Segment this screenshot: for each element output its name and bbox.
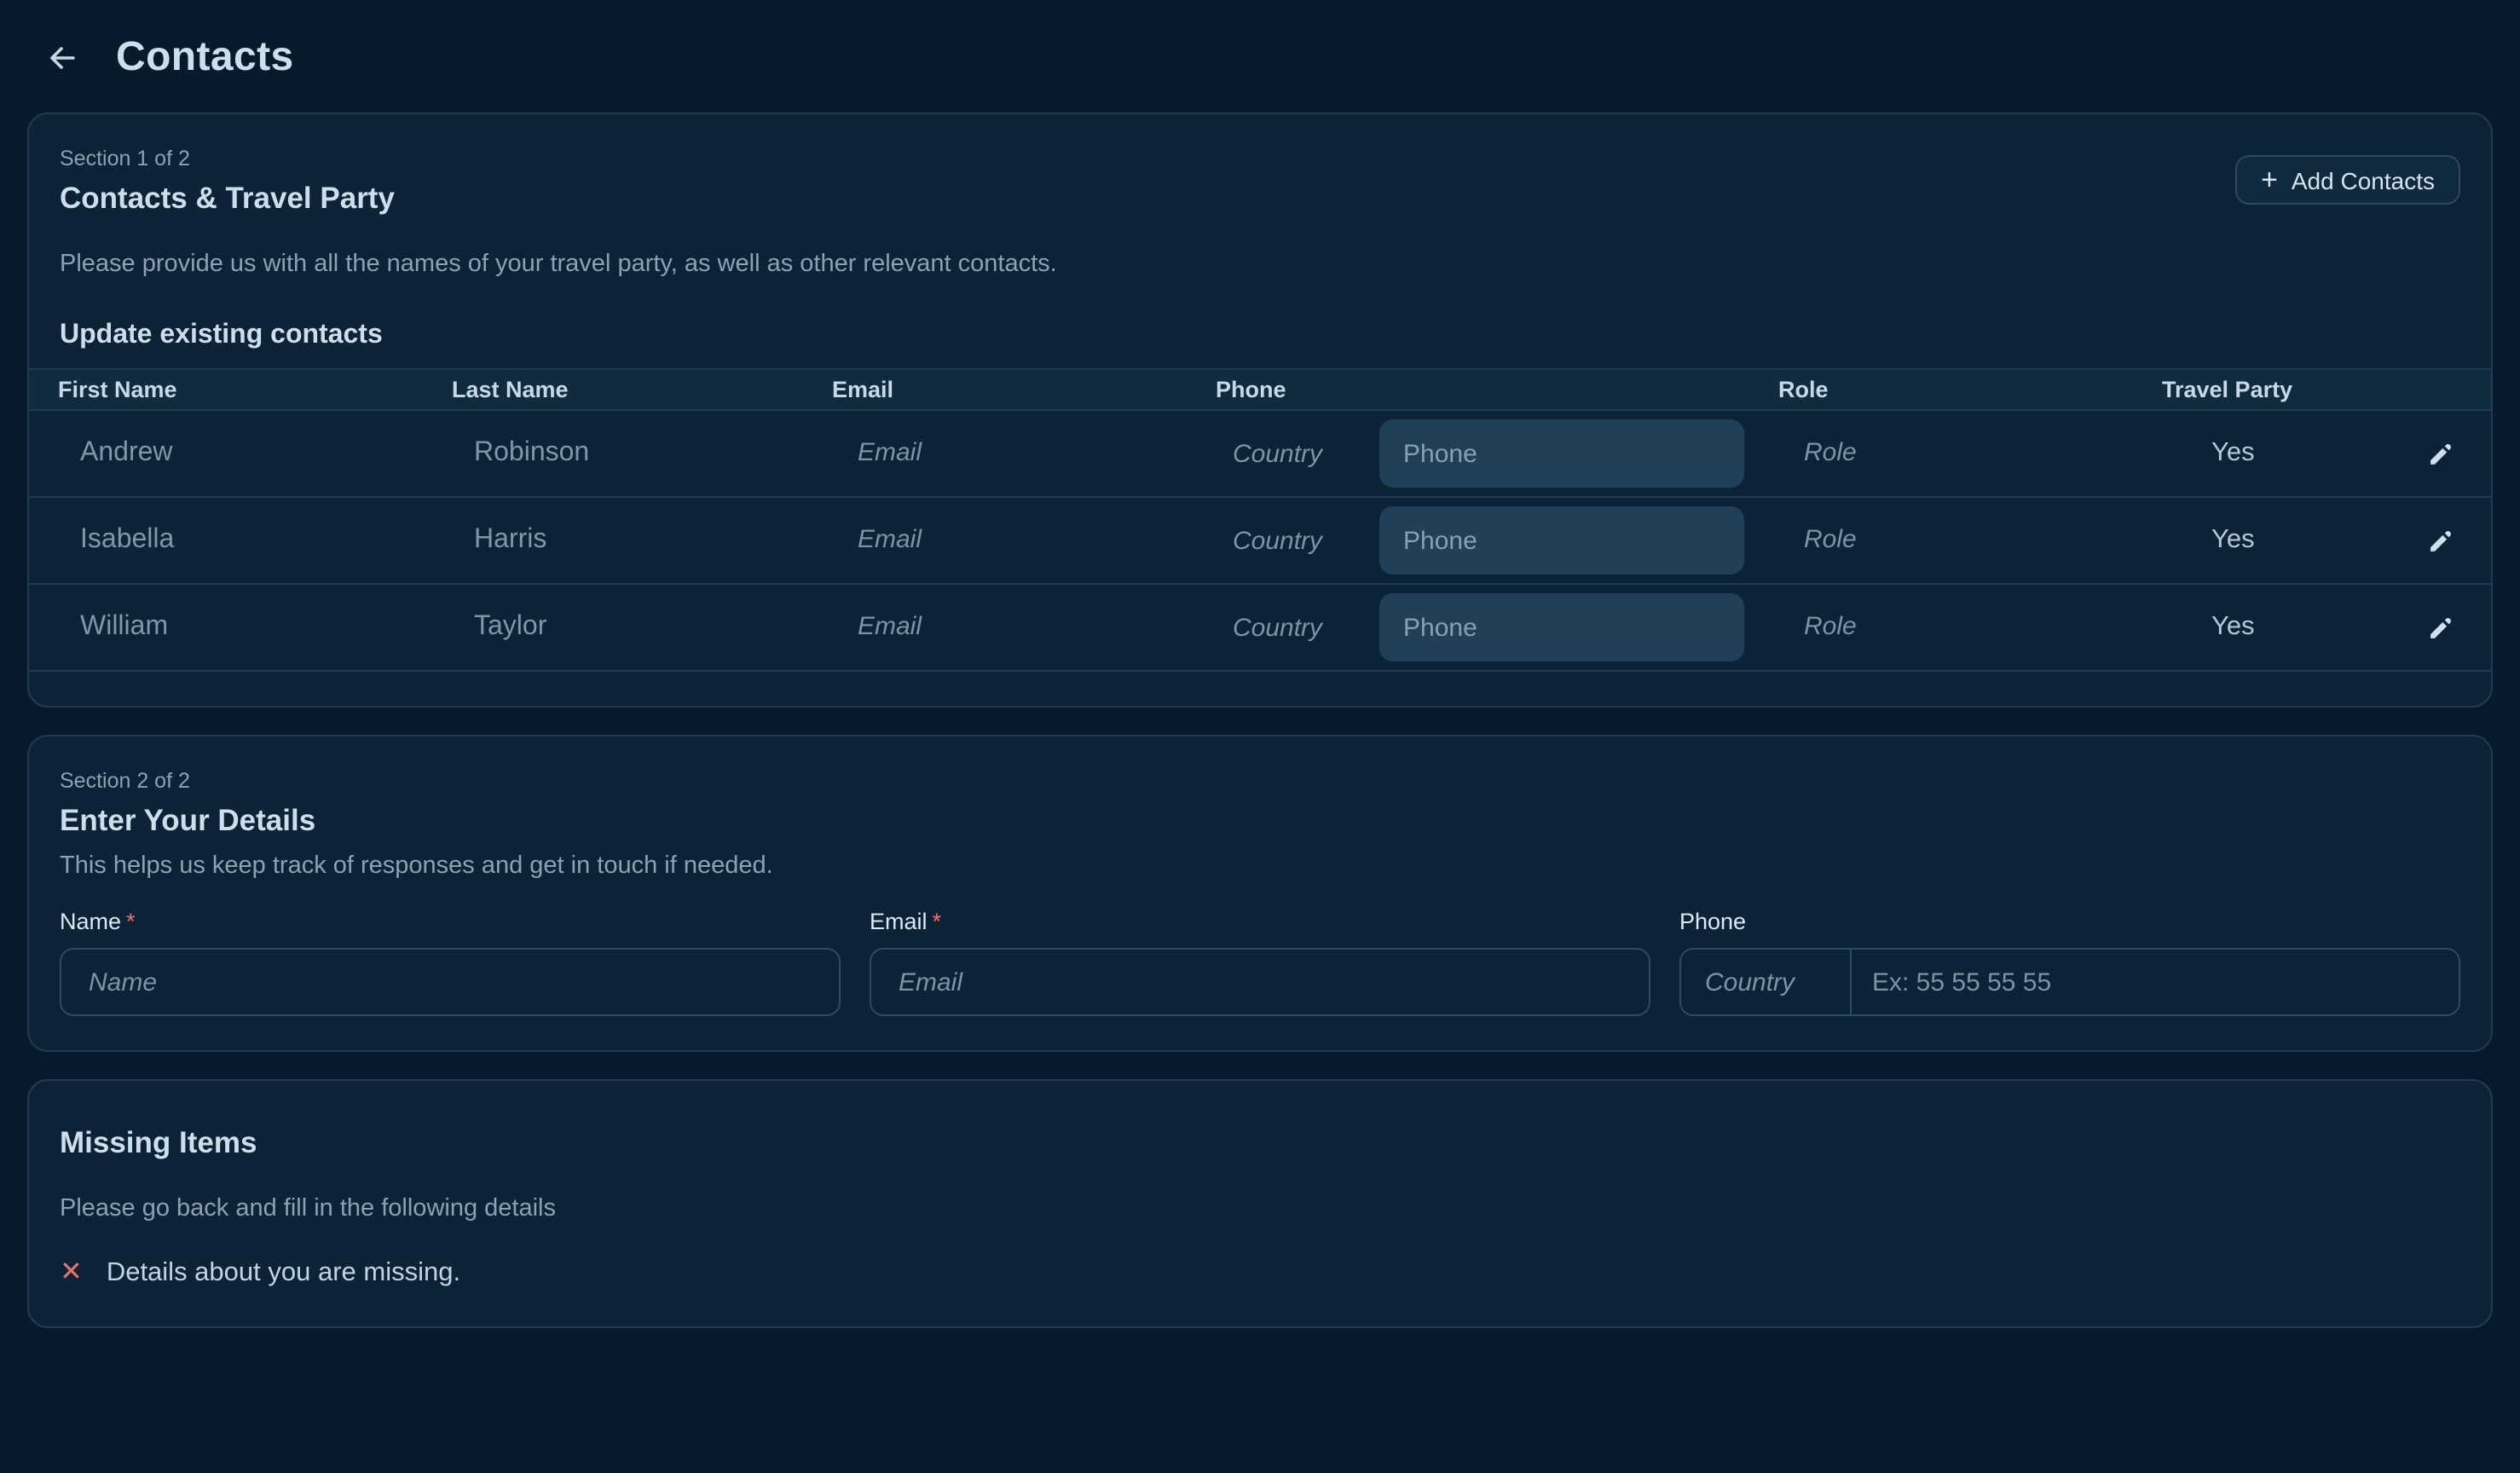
table-footer-strip [29, 672, 2491, 706]
section2-title: Enter Your Details [60, 800, 2460, 840]
last-name-value: Harris [423, 525, 803, 556]
first-name-value: Andrew [29, 438, 423, 469]
section2-description: This helps us keep track of responses an… [60, 849, 2460, 883]
name-input[interactable] [60, 948, 841, 1016]
missing-item: ✕ Details about you are missing. [60, 1258, 2460, 1289]
first-name-value: William [29, 612, 423, 643]
table-row: Isabella Harris Yes [29, 498, 2491, 585]
role-field[interactable] [1804, 438, 2119, 467]
col-header-last-name: Last Name [423, 377, 803, 402]
table-title: Update existing contacts [60, 317, 2460, 353]
email-field[interactable] [858, 612, 1173, 641]
section1-kicker: Section 1 of 2 [60, 145, 395, 172]
phone-field[interactable] [1379, 419, 1744, 488]
phone-input-group [1679, 948, 2460, 1016]
role-field[interactable] [1804, 612, 2119, 641]
col-header-role: Role [1749, 377, 2133, 402]
travel-party-value: Yes [2133, 525, 2389, 556]
page-title: Contacts [116, 31, 294, 85]
plus-icon: + [2261, 165, 2278, 194]
required-asterisk: * [933, 909, 942, 934]
back-button[interactable] [38, 32, 89, 84]
phone-field[interactable] [1379, 593, 1744, 661]
x-icon: ✕ [60, 1260, 83, 1287]
edit-row-button[interactable] [2419, 606, 2461, 649]
arrow-left-icon [46, 41, 80, 75]
table-header-row: First Name Last Name Email Phone Role Tr… [29, 368, 2491, 411]
name-label: Name [60, 909, 121, 934]
add-contacts-button[interactable]: + Add Contacts [2235, 155, 2460, 205]
phone-field[interactable] [1379, 506, 1744, 575]
section1-title: Contacts & Travel Party [60, 177, 395, 218]
contacts-table: First Name Last Name Email Phone Role Tr… [29, 368, 2491, 706]
missing-items-description: Please go back and fill in the following… [60, 1192, 2460, 1226]
missing-items-card: Missing Items Please go back and fill in… [27, 1079, 2493, 1328]
country-field[interactable] [1233, 613, 1379, 642]
missing-items-title: Missing Items [60, 1122, 2460, 1163]
your-details-card: Section 2 of 2 Enter Your Details This h… [27, 735, 2493, 1052]
section1-description: Please provide us with all the names of … [60, 247, 2460, 281]
col-header-travel-party: Travel Party [2133, 377, 2389, 402]
table-row: Andrew Robinson Yes [29, 411, 2491, 498]
phone-field-group: Phone [1679, 907, 2460, 1016]
pencil-icon [2425, 613, 2454, 642]
email-label: Email [870, 909, 928, 934]
country-field[interactable] [1233, 526, 1379, 555]
pencil-icon [2425, 526, 2454, 555]
first-name-value: Isabella [29, 525, 423, 556]
section2-kicker: Section 2 of 2 [60, 767, 2460, 794]
email-input[interactable] [870, 948, 1650, 1016]
page-header: Contacts [0, 0, 2520, 85]
travel-party-value: Yes [2133, 438, 2389, 469]
last-name-value: Robinson [423, 438, 803, 469]
edit-row-button[interactable] [2419, 432, 2461, 475]
col-header-phone: Phone [1187, 377, 1749, 402]
phone-label: Phone [1679, 909, 1746, 934]
contacts-page: Contacts Section 1 of 2 Contacts & Trave… [0, 0, 2520, 1473]
email-field-group: Email* [870, 907, 1650, 1016]
edit-row-button[interactable] [2419, 519, 2461, 562]
country-field[interactable] [1233, 439, 1379, 468]
country-code-input[interactable] [1681, 950, 1852, 1014]
missing-item-text: Details about you are missing. [107, 1258, 460, 1289]
pencil-icon [2425, 439, 2454, 468]
email-field[interactable] [858, 438, 1173, 467]
required-asterisk: * [126, 909, 136, 934]
table-row: William Taylor Yes [29, 585, 2491, 672]
last-name-value: Taylor [423, 612, 803, 643]
name-field-group: Name* [60, 907, 841, 1016]
role-field[interactable] [1804, 525, 2119, 554]
col-header-first-name: First Name [29, 377, 423, 402]
phone-number-input[interactable] [1852, 950, 2459, 1014]
col-header-email: Email [803, 377, 1187, 402]
email-field[interactable] [858, 525, 1173, 554]
travel-party-value: Yes [2133, 612, 2389, 643]
add-contacts-label: Add Contacts [2292, 166, 2435, 194]
contacts-travel-party-card: Section 1 of 2 Contacts & Travel Party +… [27, 113, 2493, 708]
